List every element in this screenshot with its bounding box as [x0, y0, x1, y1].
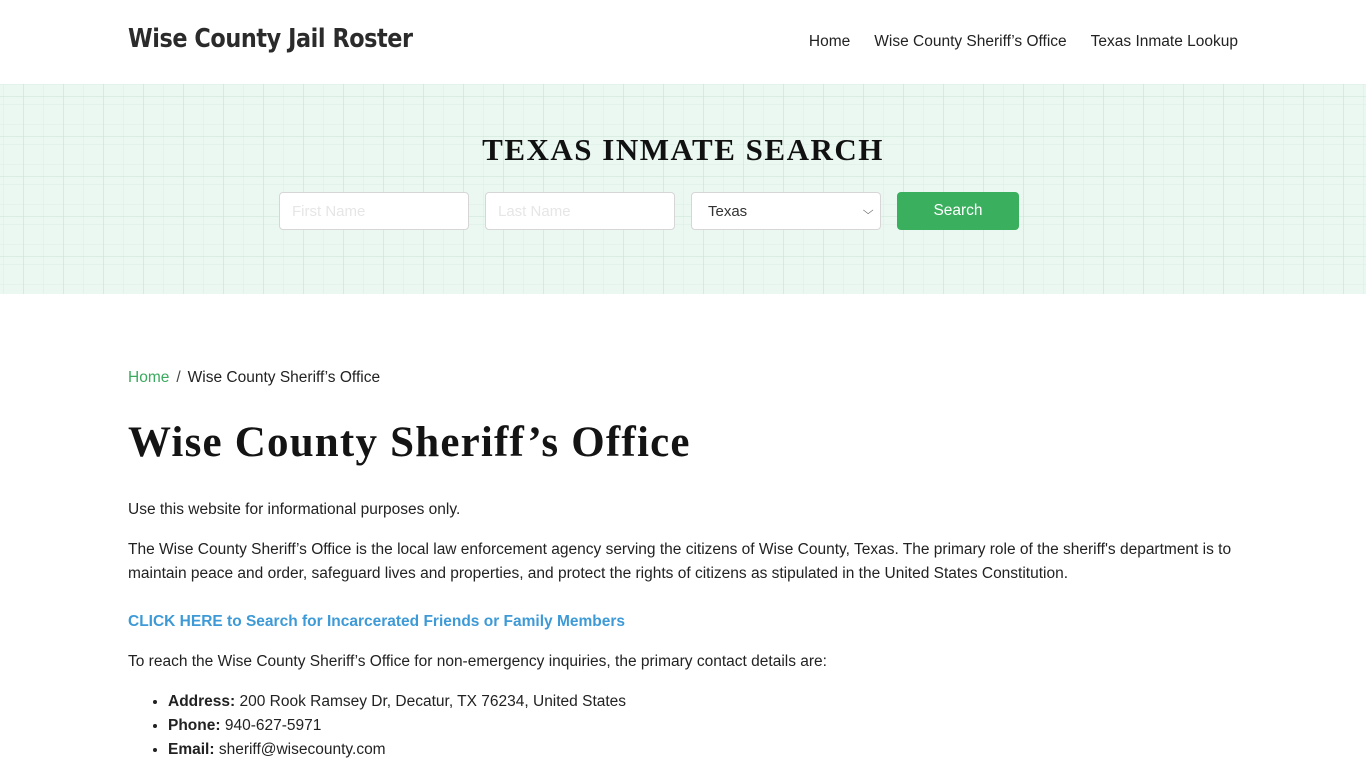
contact-label: Address:: [168, 693, 236, 710]
breadcrumb-home-link[interactable]: Home: [128, 369, 169, 386]
breadcrumb-separator: /: [176, 369, 181, 386]
chevron-down-icon: ⌵: [862, 204, 874, 217]
contact-label: Email:: [168, 741, 215, 758]
inmate-search-hero: TEXAS INMATE SEARCH Texas ⌵ Search: [0, 84, 1366, 294]
first-name-input[interactable]: [279, 192, 469, 230]
contact-value: 200 Rook Ramsey Dr, Decatur, TX 76234, U…: [235, 693, 627, 710]
contact-value: 940-627-5971: [220, 717, 322, 734]
state-select-value: Texas: [708, 202, 748, 220]
contact-address: Address: 200 Rook Ramsey Dr, Decatur, TX…: [168, 690, 626, 714]
nav-item-sheriffs-office[interactable]: Wise County Sheriff’s Office: [874, 33, 1066, 51]
breadcrumb: Home / Wise County Sheriff’s Office: [128, 369, 380, 387]
site-header: Wise County Jail Roster Home Wise County…: [0, 0, 1366, 84]
site-title-link[interactable]: Wise County Jail Roster: [128, 24, 413, 54]
state-select[interactable]: Texas ⌵: [691, 192, 881, 230]
main-nav: Home Wise County Sheriff’s Office Texas …: [809, 33, 1238, 51]
last-name-input[interactable]: [485, 192, 675, 230]
cta-paragraph: CLICK HERE to Search for Incarcerated Fr…: [128, 610, 1238, 634]
page-title: Wise County Sheriff’s Office: [128, 419, 691, 466]
contact-email: Email: sheriff@wisecounty.com: [168, 738, 626, 762]
contact-value: sheriff@wisecounty.com: [214, 741, 386, 758]
contact-label: Phone:: [168, 717, 221, 734]
inmate-search-form: Texas ⌵ Search: [279, 192, 1019, 230]
nav-item-home[interactable]: Home: [809, 33, 850, 51]
hero-title: TEXAS INMATE SEARCH: [482, 132, 884, 167]
intro-paragraph: The Wise County Sheriff’s Office is the …: [128, 541, 1232, 582]
contact-intro: To reach the Wise County Sheriff’s Offic…: [128, 653, 827, 670]
nav-item-texas-inmate-lookup[interactable]: Texas Inmate Lookup: [1091, 33, 1238, 51]
disclaimer-text: Use this website for informational purpo…: [128, 501, 461, 518]
contact-phone: Phone: 940-627-5971: [168, 714, 626, 738]
search-button[interactable]: Search: [897, 192, 1019, 230]
breadcrumb-current: Wise County Sheriff’s Office: [187, 369, 381, 386]
search-incarcerated-link[interactable]: CLICK HERE to Search for Incarcerated Fr…: [128, 613, 625, 630]
contact-list: Address: 200 Rook Ramsey Dr, Decatur, TX…: [168, 690, 626, 762]
